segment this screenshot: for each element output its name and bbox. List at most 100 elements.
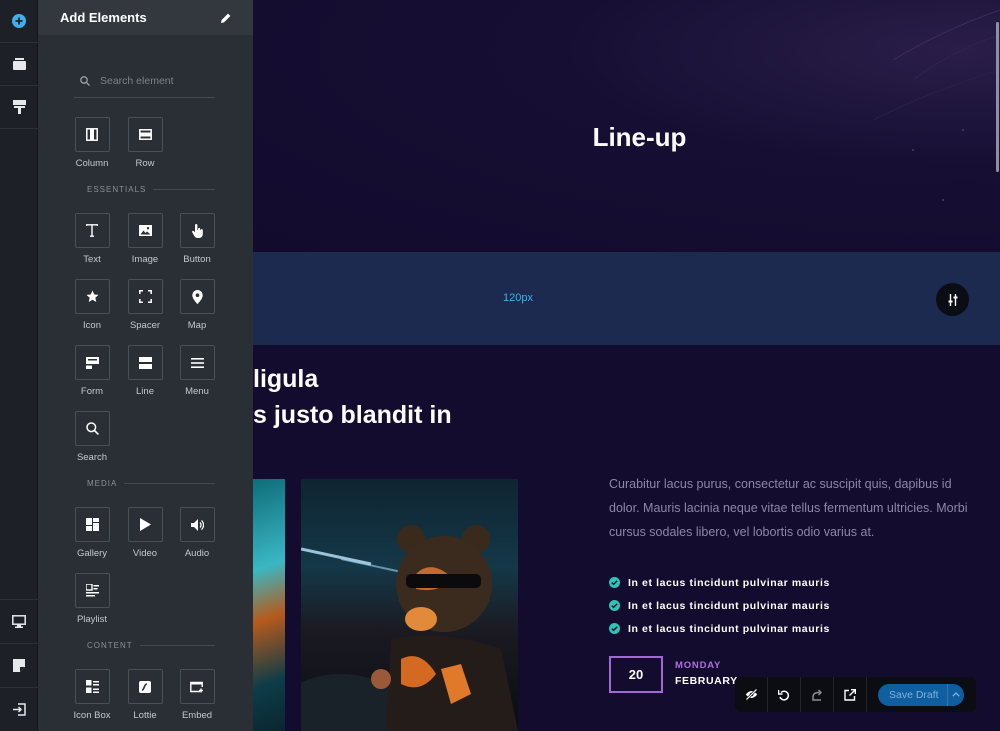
lottie-icon [139, 680, 151, 693]
element-tile-label: Audio [184, 548, 210, 559]
element-tile-row[interactable]: Row [119, 117, 171, 169]
element-tile-label: Video [132, 548, 158, 559]
element-tile-label: Button [183, 254, 211, 265]
icon-box-icon [85, 680, 99, 693]
save-options-button[interactable] [946, 683, 964, 706]
rail-responsive-button[interactable] [0, 599, 38, 642]
save-draft-button[interactable]: Save Draft [878, 684, 947, 706]
element-tile-label: Menu [185, 386, 209, 397]
element-tile-button[interactable]: Button [171, 213, 223, 265]
checklist-item-text: In et lacus tincidunt pulvinar mauris [628, 576, 830, 589]
gallery-icon [85, 518, 99, 531]
toggle-visibility-button[interactable] [735, 677, 768, 712]
heading-line: s justo blandit in [253, 401, 452, 429]
rail-exit-button[interactable] [0, 687, 38, 730]
element-tile-line[interactable]: Line [119, 345, 171, 397]
element-tile-image[interactable]: Image [119, 213, 171, 265]
element-tile-label: Map [187, 320, 207, 331]
element-tile-icon[interactable]: Icon [66, 279, 118, 331]
image-icon [138, 225, 152, 236]
checklist-item-text: In et lacus tincidunt pulvinar mauris [628, 599, 830, 612]
element-tile-gallery[interactable]: Gallery [66, 507, 118, 559]
element-tile-search[interactable]: Search [66, 411, 118, 463]
spacer-height-label: 120px [503, 292, 533, 304]
element-tile-column[interactable]: Column [66, 117, 118, 169]
search-element-input[interactable] [100, 74, 210, 87]
rail-styles-button[interactable] [0, 86, 38, 129]
content-section[interactable]: ligula s justo blandit in Curabitur lacu… [253, 345, 1000, 731]
redo-icon [812, 688, 823, 701]
section-heading: ligula s justo blandit in [253, 361, 452, 433]
element-tile-text[interactable]: Text [66, 213, 118, 265]
rail-add-elements-button[interactable] [0, 0, 38, 43]
preview-external-button[interactable] [834, 677, 867, 712]
checklist-item-text: In et lacus tincidunt pulvinar mauris [628, 622, 830, 635]
plus-circle-icon [12, 14, 26, 28]
hand-pointer-icon [191, 223, 203, 238]
spacer-section[interactable]: 120px [253, 252, 1000, 345]
element-tile-label: Row [135, 158, 155, 169]
panel-header: Add Elements [38, 0, 253, 35]
left-rail [0, 0, 38, 731]
checklist-item: In et lacus tincidunt pulvinar mauris [609, 617, 830, 640]
pencil-icon[interactable] [221, 13, 231, 23]
element-tile-label: Column [75, 158, 109, 169]
embed-icon [190, 681, 203, 692]
element-tile-spacer[interactable]: Spacer [119, 279, 171, 331]
section-title-media: MEDIA [74, 479, 215, 488]
form-icon [85, 356, 99, 369]
page-canvas: Line-up 120px ligula s justo blandit in [253, 0, 1000, 731]
play-icon [139, 518, 151, 531]
spacer-settings-button[interactable] [936, 283, 969, 316]
search-element-field [74, 64, 215, 98]
sticky-note-icon [13, 658, 25, 672]
panel-title: Add Elements [60, 10, 147, 25]
element-tile-map[interactable]: Map [171, 279, 223, 331]
rail-layers-button[interactable] [0, 43, 38, 86]
hero-title: Line-up [253, 122, 1000, 153]
rail-notes-button[interactable] [0, 643, 38, 686]
lineup-photo-1 [253, 479, 285, 731]
section-title-content: CONTENT [74, 641, 215, 650]
element-tile-label: Spacer [129, 320, 161, 331]
element-tile-playlist[interactable]: Playlist [66, 573, 118, 625]
undo-icon [778, 689, 790, 701]
element-tile-video[interactable]: Video [119, 507, 171, 559]
element-tile-label: Search [76, 452, 108, 463]
element-tile-label: Gallery [76, 548, 108, 559]
element-tile-audio[interactable]: Audio [171, 507, 223, 559]
redo-button[interactable] [801, 677, 834, 712]
layers-icon [12, 58, 26, 70]
search-icon [85, 422, 99, 435]
sign-out-icon [12, 702, 26, 716]
element-tile-label: Icon [83, 320, 101, 331]
text-icon [86, 224, 98, 237]
row-icon [138, 129, 152, 140]
element-tile-label: Playlist [76, 614, 108, 625]
element-tile-icon-box[interactable]: Icon Box [66, 669, 118, 721]
column-icon [86, 128, 98, 141]
star-icon [86, 290, 98, 302]
element-tile-label: Icon Box [73, 710, 111, 721]
eye-slash-icon [745, 689, 757, 700]
event-date-box: 20 [609, 656, 663, 693]
canvas-scrollbar[interactable] [996, 22, 999, 172]
save-group: Save Draft [878, 683, 964, 706]
checklist: In et lacus tincidunt pulvinar mauris In… [609, 571, 830, 640]
external-link-icon [844, 688, 856, 701]
hero-title-text: Line-up [592, 122, 687, 152]
element-tile-menu[interactable]: Menu [171, 345, 223, 397]
element-tile-lottie[interactable]: Lottie [119, 669, 171, 721]
check-circle-icon [609, 623, 620, 634]
hero-section[interactable]: Line-up [253, 0, 1000, 252]
element-tile-embed[interactable]: Embed [171, 669, 223, 721]
menu-icon [190, 357, 204, 368]
element-tile-label: Form [80, 386, 104, 397]
section-title-essentials: ESSENTIALS [74, 185, 215, 194]
section-paragraph: Curabitur lacus purus, consectetur ac su… [609, 477, 968, 539]
element-tile-form[interactable]: Form [66, 345, 118, 397]
builder-app: Add Elements Column Row ESSENTIALS [0, 0, 1000, 731]
check-circle-icon [609, 600, 620, 611]
playlist-icon [85, 584, 99, 597]
undo-button[interactable] [768, 677, 801, 712]
